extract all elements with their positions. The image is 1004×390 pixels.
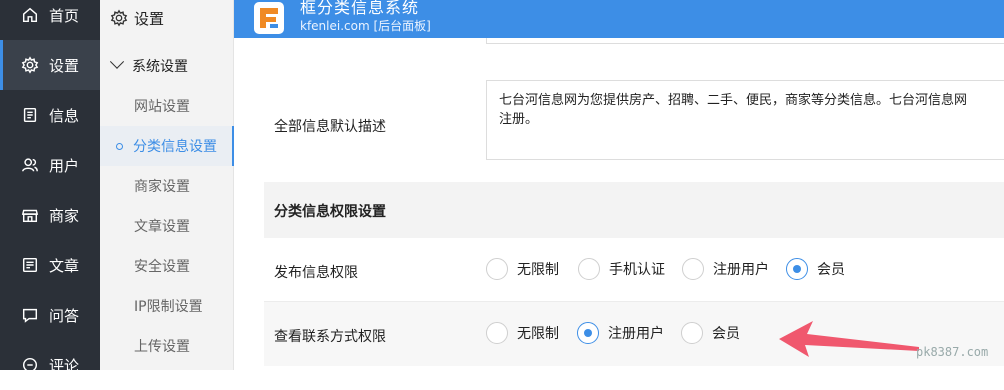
subnav-item-label: IP限制设置 <box>134 299 203 315</box>
publish-radio-member[interactable]: 会员 <box>786 258 845 280</box>
subnav-title-label: 设置 <box>134 9 165 28</box>
radio-circle <box>681 322 703 344</box>
radio-label: 手机认证 <box>609 262 665 278</box>
nav-item-qa[interactable]: 问答 <box>0 290 100 340</box>
settings-form: 全部信息默认描述 七台河信息网为您提供房产、招聘、二手、便民，商家等分类信息。七… <box>234 38 1004 370</box>
document-icon <box>20 105 40 125</box>
subnav-item-upload[interactable]: 上传设置 <box>100 326 234 366</box>
contact-radio-member[interactable]: 会员 <box>681 322 740 344</box>
subnav-item-label: 上传设置 <box>134 339 190 355</box>
nav-item-label: 文章 <box>49 256 80 275</box>
logo-icon <box>254 2 284 34</box>
subnav-item-label: 网站设置 <box>134 99 190 115</box>
subnav-group-system[interactable]: 系统设置 <box>100 52 234 80</box>
watermark-text: pk8387.com <box>916 345 989 359</box>
subnav-item-merchant[interactable]: 商家设置 <box>100 166 234 206</box>
chevron-down-icon <box>109 54 125 69</box>
nav-item-label: 首页 <box>49 6 80 25</box>
previous-textarea[interactable] <box>486 38 1004 44</box>
user-icon <box>20 155 40 175</box>
nav-item-home[interactable]: 首页 <box>0 0 100 40</box>
publish-radio-phone[interactable]: 手机认证 <box>578 258 665 280</box>
nav-item-comments[interactable]: 评论 <box>0 340 100 390</box>
subnav-item-security[interactable]: 安全设置 <box>100 246 234 286</box>
nav-item-label: 用户 <box>49 156 80 175</box>
radio-label: 注册用户 <box>608 326 664 342</box>
subnav-group-label: 系统设置 <box>132 59 188 75</box>
nav-item-label: 商家 <box>49 206 80 225</box>
subnav-item-article[interactable]: 文章设置 <box>100 206 234 246</box>
gear-icon <box>110 9 128 27</box>
radio-circle <box>786 258 808 280</box>
desc-label: 全部信息默认描述 <box>274 119 386 135</box>
subnav-item-label: 商家设置 <box>134 179 190 195</box>
nav-item-users[interactable]: 用户 <box>0 140 100 190</box>
radio-circle <box>486 258 508 280</box>
subnav-item-label: 安全设置 <box>134 259 190 275</box>
subnav-item-label: 文章设置 <box>134 219 190 235</box>
nav-item-label: 信息 <box>49 106 80 125</box>
subnav-title: 设置 <box>100 0 234 36</box>
radio-label: 无限制 <box>517 326 559 342</box>
radio-circle <box>578 258 600 280</box>
radio-circle <box>577 322 599 344</box>
gear-icon <box>20 55 40 75</box>
chat-icon <box>20 305 40 325</box>
radio-label: 注册用户 <box>713 262 769 278</box>
section-title: 分类信息权限设置 <box>274 204 386 220</box>
top-header: 框分类信息系统 kfenlei.com [后台面板] <box>234 0 1004 38</box>
home-icon <box>20 5 40 25</box>
radio-label: 会员 <box>817 262 845 278</box>
publish-permission-label: 发布信息权限 <box>274 265 358 281</box>
nav-item-settings[interactable]: 设置 <box>0 40 100 90</box>
nav-item-label: 设置 <box>49 56 80 75</box>
subnav-item-classified[interactable]: 分类信息设置 <box>100 126 235 166</box>
contact-radio-unlimited[interactable]: 无限制 <box>486 322 559 344</box>
comment-icon <box>20 355 40 375</box>
publish-radio-registered[interactable]: 注册用户 <box>682 258 769 280</box>
publish-radio-unlimited[interactable]: 无限制 <box>486 258 559 280</box>
subnav-item-ip[interactable]: IP限制设置 <box>100 286 234 326</box>
brand-title: 框分类信息系统 <box>300 0 420 17</box>
nav-item-merchants[interactable]: 商家 <box>0 190 100 240</box>
section-header: 分类信息权限设置 <box>264 182 1004 238</box>
radio-label: 会员 <box>712 326 740 342</box>
settings-subnav: 设置 系统设置 网站设置 分类信息设置 商家设置 文章设置 安全设置 IP限制设… <box>100 0 235 370</box>
annotation-arrow-icon <box>779 321 919 357</box>
subnav-item-label: 分类信息设置 <box>133 139 217 155</box>
nav-item-label: 评论 <box>49 356 80 375</box>
circle-icon <box>116 142 123 150</box>
store-icon <box>20 205 40 225</box>
contact-radio-registered[interactable]: 注册用户 <box>577 322 664 344</box>
nav-item-articles[interactable]: 文章 <box>0 240 100 290</box>
main-sidebar: 首页 设置 信息 用户 商家 文章 问答 评论 <box>0 0 100 375</box>
brand-subtitle: kfenlei.com [后台面板] <box>300 19 431 33</box>
radio-circle <box>682 258 704 280</box>
nav-item-label: 问答 <box>49 306 80 325</box>
contact-permission-label: 查看联系方式权限 <box>274 329 386 345</box>
default-description-textarea[interactable]: 七台河信息网为您提供房产、招聘、二手、便民，商家等分类信息。七台河信息网 注册。 <box>486 80 1004 160</box>
radio-circle <box>486 322 508 344</box>
nav-item-info[interactable]: 信息 <box>0 90 100 140</box>
article-icon <box>20 255 40 275</box>
subnav-item-site[interactable]: 网站设置 <box>100 86 234 126</box>
radio-label: 无限制 <box>517 262 559 278</box>
